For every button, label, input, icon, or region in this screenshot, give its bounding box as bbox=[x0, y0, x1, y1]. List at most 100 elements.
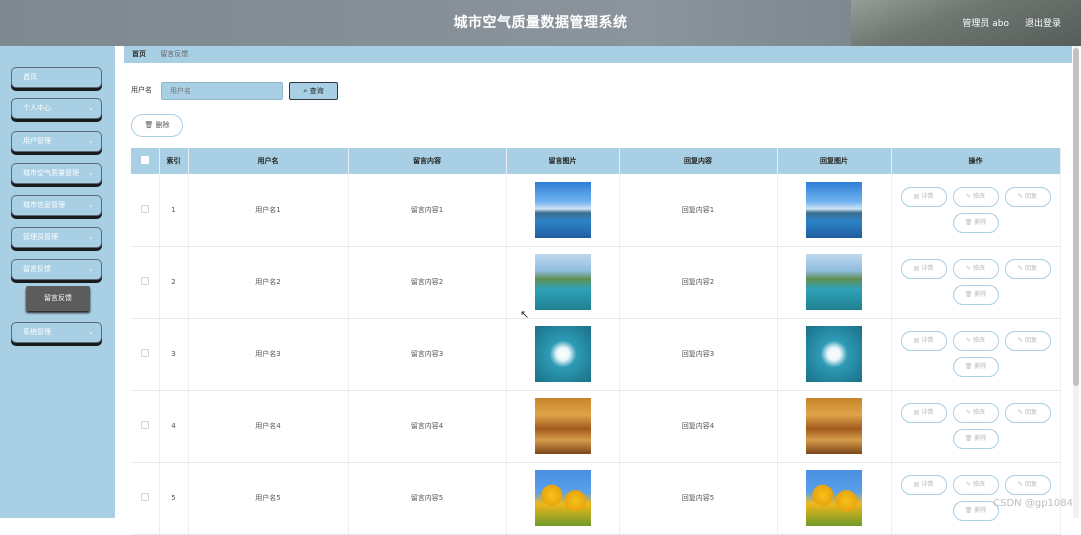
scrollbar-thumb[interactable] bbox=[1073, 48, 1079, 386]
delete-button[interactable]: 🗑 删除 bbox=[953, 501, 999, 521]
sidebar-item-label: 城市空气质量管理 bbox=[23, 169, 79, 177]
sidebar-item-personal-center[interactable]: 个人中心⌄ bbox=[11, 98, 102, 119]
row-select-cell bbox=[131, 390, 159, 462]
feedback-table: 索引 用户名 留言内容 留言图片 回复内容 回复图片 操作 1 用户名1 留言内… bbox=[131, 148, 1061, 535]
sidebar-item-feedback[interactable]: 留言反馈⌄ bbox=[11, 259, 102, 280]
chevron-down-icon: ⌄ bbox=[88, 260, 94, 279]
edit-icon: ✎ bbox=[1018, 193, 1023, 200]
reply-cell: 回复内容5 bbox=[619, 462, 777, 534]
reply-label: 回复 bbox=[1025, 193, 1037, 200]
row-checkbox[interactable] bbox=[141, 349, 149, 357]
detail-button[interactable]: ▤ 详情 bbox=[901, 475, 947, 495]
actions-cell: ▤ 详情 ✎ 修改 ✎ 回复 🗑 删除 bbox=[891, 246, 1060, 318]
edit-button[interactable]: ✎ 修改 bbox=[953, 475, 999, 495]
trash-icon: 🗑 bbox=[965, 363, 973, 370]
reply-button[interactable]: ✎ 回复 bbox=[1005, 187, 1051, 207]
delete-label: 删除 bbox=[974, 291, 986, 298]
reply-image[interactable] bbox=[806, 326, 862, 382]
breadcrumb: 首页 留言反馈 bbox=[124, 46, 1072, 63]
table-row: 4 用户名4 留言内容4 回复内容4 ▤ 详情 ✎ 修改 ✎ 回复 🗑 删除 bbox=[131, 390, 1060, 462]
detail-label: 详情 bbox=[921, 481, 933, 488]
submenu-item-feedback[interactable]: 留言反馈 bbox=[26, 286, 90, 311]
reply-label: 回复 bbox=[1025, 409, 1037, 416]
detail-button[interactable]: ▤ 详情 bbox=[901, 403, 947, 423]
index-cell: 2 bbox=[159, 246, 188, 318]
reply-image[interactable] bbox=[806, 254, 862, 310]
sidebar-item-label: 个人中心 bbox=[23, 104, 51, 112]
sidebar-item-system-management[interactable]: 系统管理⌄ bbox=[11, 322, 102, 343]
chevron-down-icon: ⌄ bbox=[88, 196, 94, 215]
row-checkbox[interactable] bbox=[141, 205, 149, 213]
message-image[interactable] bbox=[535, 182, 591, 238]
actions-cell: ▤ 详情 ✎ 修改 ✎ 回复 🗑 删除 bbox=[891, 318, 1060, 390]
sidebar-item-home[interactable]: 首页 bbox=[11, 67, 102, 88]
actions-cell: ▤ 详情 ✎ 修改 ✎ 回复 🗑 删除 bbox=[891, 174, 1060, 246]
reply-button[interactable]: ✎ 回复 bbox=[1005, 259, 1051, 279]
sidebar-item-air-quality[interactable]: 城市空气质量管理⌄ bbox=[11, 163, 102, 184]
column-header: 回复内容 bbox=[619, 148, 777, 174]
bulk-delete-button[interactable]: 🗑 删除 bbox=[131, 114, 183, 137]
row-checkbox[interactable] bbox=[141, 277, 149, 285]
delete-button[interactable]: 🗑 删除 bbox=[953, 429, 999, 449]
edit-button[interactable]: ✎ 修改 bbox=[953, 403, 999, 423]
message-image[interactable] bbox=[535, 254, 591, 310]
sidebar-item-user-management[interactable]: 用户管理⌄ bbox=[11, 131, 102, 152]
detail-button[interactable]: ▤ 详情 bbox=[901, 259, 947, 279]
delete-button[interactable]: 🗑 删除 bbox=[953, 285, 999, 305]
message-image[interactable] bbox=[535, 326, 591, 382]
reply-image-cell bbox=[777, 318, 891, 390]
edit-label: 修改 bbox=[973, 481, 985, 488]
reply-image[interactable] bbox=[806, 182, 862, 238]
username-cell: 用户名2 bbox=[188, 246, 348, 318]
edit-button[interactable]: ✎ 修改 bbox=[953, 331, 999, 351]
image-cell bbox=[506, 318, 619, 390]
detail-button[interactable]: ▤ 详情 bbox=[901, 331, 947, 351]
sidebar-item-admin-management[interactable]: 管理员管理⌄ bbox=[11, 227, 102, 248]
logout-link[interactable]: 退出登录 bbox=[1025, 16, 1061, 29]
reply-button[interactable]: ✎ 回复 bbox=[1005, 331, 1051, 351]
reply-button[interactable]: ✎ 回复 bbox=[1005, 403, 1051, 423]
username-cell: 用户名1 bbox=[188, 174, 348, 246]
actions-cell: ▤ 详情 ✎ 修改 ✎ 回复 🗑 删除 bbox=[891, 390, 1060, 462]
sidebar-item-city-info[interactable]: 城市信息管理⌄ bbox=[11, 195, 102, 216]
table-header-row: 索引 用户名 留言内容 留言图片 回复内容 回复图片 操作 bbox=[131, 148, 1060, 174]
row-checkbox[interactable] bbox=[141, 421, 149, 429]
trash-icon: 🗑 bbox=[965, 435, 973, 442]
search-input[interactable] bbox=[161, 82, 283, 100]
table-row: 1 用户名1 留言内容1 回复内容1 ▤ 详情 ✎ 修改 ✎ 回复 🗑 删除 bbox=[131, 174, 1060, 246]
edit-icon: ✎ bbox=[966, 409, 971, 416]
select-all-checkbox[interactable] bbox=[141, 156, 149, 164]
message-image[interactable] bbox=[535, 398, 591, 454]
trash-icon: 🗑 bbox=[965, 507, 973, 514]
delete-button-label: 删除 bbox=[156, 121, 170, 129]
current-user: 管理员 abo bbox=[962, 16, 1009, 29]
column-header: 回复图片 bbox=[777, 148, 891, 174]
edit-button[interactable]: ✎ 修改 bbox=[953, 187, 999, 207]
reply-image[interactable] bbox=[806, 398, 862, 454]
detail-label: 详情 bbox=[921, 265, 933, 272]
reply-button[interactable]: ✎ 回复 bbox=[1005, 475, 1051, 495]
reply-cell: 回复内容3 bbox=[619, 318, 777, 390]
row-select-cell bbox=[131, 246, 159, 318]
trash-icon: 🗑 bbox=[965, 219, 973, 226]
sidebar-item-label: 管理员管理 bbox=[23, 233, 58, 241]
doc-icon: ▤ bbox=[914, 265, 920, 272]
image-cell bbox=[506, 390, 619, 462]
reply-label: 回复 bbox=[1025, 481, 1037, 488]
reply-label: 回复 bbox=[1025, 337, 1037, 344]
breadcrumb-home[interactable]: 首页 bbox=[132, 50, 146, 58]
detail-button[interactable]: ▤ 详情 bbox=[901, 187, 947, 207]
edit-icon: ✎ bbox=[966, 193, 971, 200]
row-checkbox[interactable] bbox=[141, 493, 149, 501]
reply-image-cell bbox=[777, 462, 891, 534]
edit-icon: ✎ bbox=[1018, 337, 1023, 344]
delete-button[interactable]: 🗑 删除 bbox=[953, 213, 999, 233]
select-all-header bbox=[131, 148, 159, 174]
reply-image-cell bbox=[777, 390, 891, 462]
username-cell: 用户名3 bbox=[188, 318, 348, 390]
app-title: 城市空气质量数据管理系统 bbox=[0, 12, 1081, 32]
search-button[interactable]: ⌕ 查询 bbox=[289, 82, 338, 100]
vertical-scrollbar[interactable] bbox=[1073, 46, 1079, 518]
delete-button[interactable]: 🗑 删除 bbox=[953, 357, 999, 377]
edit-button[interactable]: ✎ 修改 bbox=[953, 259, 999, 279]
